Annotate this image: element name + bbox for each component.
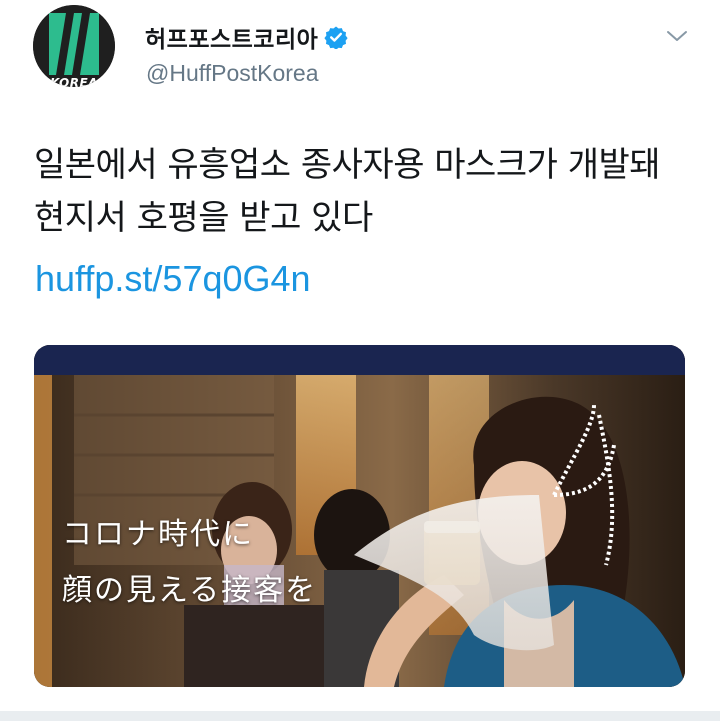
chevron-down-icon[interactable] <box>664 26 690 46</box>
account-name-row: 허프포스트코리아 <box>145 20 348 54</box>
avatar[interactable]: KOREA <box>33 5 115 87</box>
media-caption-line-2: 顔の見える接客を <box>62 573 318 608</box>
account-handle[interactable]: @HuffPostKorea <box>146 60 319 87</box>
display-name[interactable]: 허프포스트코리아 <box>145 20 318 54</box>
huffpost-logo-icon <box>33 5 115 87</box>
verified-badge-icon <box>324 25 348 49</box>
tweet-link[interactable]: huffp.st/57q0G4n <box>35 258 311 300</box>
avatar-label: KOREA <box>50 76 98 87</box>
divider <box>0 711 720 721</box>
tweet-card: KOREA 허프포스트코리아 @HuffPostKorea 일본에서 유흥업소 … <box>0 0 720 721</box>
media-caption-line-1: コロナ時代に <box>62 517 254 552</box>
tweet-text: 일본에서 유흥업소 종사자용 마스크가 개발돼 현지서 호평을 받고 있다 <box>34 145 661 238</box>
